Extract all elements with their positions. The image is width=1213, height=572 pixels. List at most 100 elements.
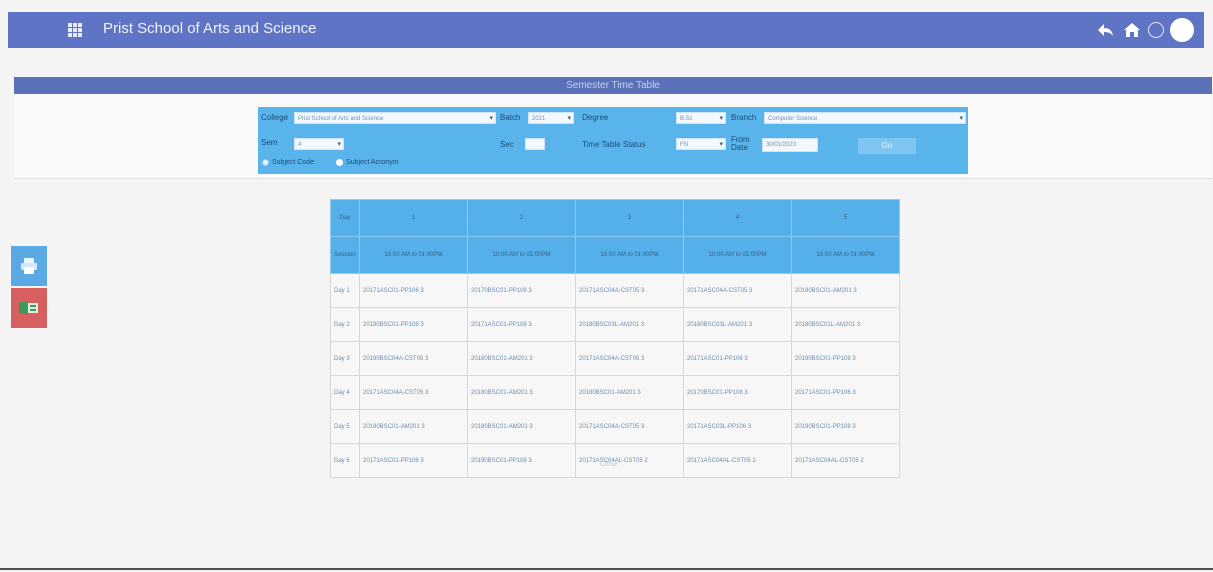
table-cell: 20171ASC04A-CST05 3 (575, 409, 684, 444)
table-cell: 20171ASC01-PP106 3 (359, 273, 468, 308)
print-button[interactable] (11, 246, 47, 286)
table-cell: 20171ASC01-PP106 3 (683, 341, 792, 376)
table-cell: 20171ASC04AL-CST05 2 (683, 443, 792, 478)
circle-icon[interactable] (1148, 22, 1164, 38)
table-cell: 20171ASC01-PP108 3 (467, 307, 576, 342)
day-cell: Day 4 (330, 375, 360, 410)
header-cell: 3 (575, 199, 684, 237)
home-icon[interactable] (1122, 19, 1142, 41)
degree-value: B.Sc (680, 116, 693, 122)
table-row: Day 2 20190BSC01-PP108 3 20171ASC01-PP10… (330, 307, 900, 342)
table-cell: 20171ASC04A-CST05 3 (359, 375, 468, 410)
table-cell: 20171ASC03L-PP106 3 (683, 409, 792, 444)
college-select[interactable]: Prist School of Arts and Science ▾ (294, 112, 496, 124)
table-cell: 20180BSC01-AM201 3 (575, 375, 684, 410)
table-cell: 20170BSC01-PP108 3 (467, 273, 576, 308)
table-cell: 20180BSC01-AM201 3 (791, 273, 900, 308)
avatar[interactable] (1170, 18, 1194, 42)
chevron-down-icon: ▾ (959, 115, 963, 122)
printer-icon (21, 258, 37, 274)
timetable: Day 1 2 3 4 5 Session 10:00 AM to 01:00P… (330, 199, 900, 478)
table-cell: 20180BSC01-AM201 3 (467, 341, 576, 376)
degree-select[interactable]: B.Sc ▾ (676, 112, 726, 124)
table-cell: 20171ASC04AL-CST05 2 (575, 443, 684, 478)
header-cell: 1 (359, 199, 468, 237)
grid-icon[interactable] (68, 23, 82, 37)
branch-label: Branch (731, 113, 757, 122)
day-cell: Day 2 (330, 307, 360, 342)
table-cell: 20171ASC04A-CST05 3 (683, 273, 792, 308)
table-cell: 20180BSC01-AM201 3 (467, 375, 576, 410)
radio-subject-acronym[interactable]: Subject Acronym (336, 159, 399, 166)
table-cell: 20180BSC03L-AM201 3 (575, 307, 684, 342)
day-cell: Day 1 (330, 273, 360, 308)
table-cell: 20180BSC03L-AM201 3 (683, 307, 792, 342)
radio-subject-code[interactable]: Subject Code (262, 159, 314, 166)
college-value: Prist School of Arts and Science (298, 116, 384, 122)
footer-divider (0, 568, 1213, 570)
tt-status-select[interactable]: FN ▾ (676, 138, 726, 150)
table-cell: 20171ASC01-PP106 3 (791, 375, 900, 410)
app-title: Prist School of Arts and Science (103, 20, 317, 37)
chevron-down-icon: ▾ (719, 141, 723, 148)
header-cell: Session (330, 236, 360, 274)
sec-select[interactable] (525, 138, 545, 150)
tt-status-label: Time Table Status (582, 140, 646, 149)
batch-value: 2021 (532, 116, 546, 122)
section-header: Semester Time Table (14, 77, 1212, 94)
table-cell: 20190BSC04A-CST05 3 (359, 341, 468, 376)
batch-select[interactable]: 2021 ▾ (528, 112, 574, 124)
radio-dot[interactable] (262, 159, 269, 166)
chevron-down-icon: ▾ (337, 141, 341, 148)
header-cell: 10:00 AM to 01:00PM (683, 236, 792, 274)
table-cell: 20180BSC01L-AM201 3 (791, 307, 900, 342)
chevron-down-icon: ▾ (719, 115, 723, 122)
back-icon[interactable] (1096, 19, 1116, 41)
table-row: Day 5 20180BSC01-AM201 3 20180BSC01-AM20… (330, 409, 900, 444)
header-cell: 5 (791, 199, 900, 237)
table-cell: 20171ASC04A-CST05 3 (575, 341, 684, 376)
branch-value: Computer Science (768, 116, 818, 122)
table-cell: 20190BSC01-PP108 3 (467, 443, 576, 478)
header-row-session: Session 10:00 AM to 01:00PM 10:00 AM to … (330, 236, 900, 274)
chevron-down-icon: ▾ (567, 115, 571, 122)
header-cell: 10:00 AM to 01:00PM (467, 236, 576, 274)
table-cell: 20170BSC01-PP108 3 (683, 375, 792, 410)
header-cell: Day (330, 199, 360, 237)
radio-label: Subject Code (272, 159, 315, 166)
table-cell: 20171ASC04AL-CST05 2 (791, 443, 900, 478)
close-link[interactable]: Close (600, 461, 618, 468)
table-row: Day 3 20190BSC04A-CST05 3 20180BSC01-AM2… (330, 341, 900, 376)
radio-dot[interactable] (336, 159, 343, 166)
table-cell: 20180BSC01-AM201 3 (359, 409, 468, 444)
degree-label: Degree (582, 113, 609, 122)
table-cell: 20171ASC01-PP106 3 (359, 443, 468, 478)
go-button[interactable]: Go (858, 138, 916, 154)
sem-value: 4 (298, 142, 302, 148)
header-cell: 10:00 AM to 01:00PM (575, 236, 684, 274)
table-cell: 20180BSC01-AM201 3 (467, 409, 576, 444)
excel-icon (19, 302, 38, 314)
header-cell: 4 (683, 199, 792, 237)
batch-label: Batch (500, 113, 521, 122)
header-cell: 10:00 AM to 01:00PM (791, 236, 900, 274)
college-label: College (261, 113, 289, 122)
day-cell: Day 6 (330, 443, 360, 478)
from-date-label: From Date (731, 135, 750, 152)
table-cell: 20190BSC01-PP108 3 (791, 409, 900, 444)
branch-select[interactable]: Computer Science ▾ (764, 112, 966, 124)
table-cell: 20190BSC01-PP108 3 (359, 307, 468, 342)
from-date-input[interactable]: 30/01/2023 (762, 138, 818, 152)
excel-export-button[interactable] (11, 288, 47, 328)
from-date-value: 30/01/2023 (766, 142, 797, 148)
header-cell: 10:00 AM to 01:00PM (359, 236, 468, 274)
table-cell: 20190BSC01-PP108 3 (791, 341, 900, 376)
tt-status-value: FN (680, 142, 688, 148)
radio-label: Subject Acronym (346, 159, 399, 166)
sem-select[interactable]: 4 ▾ (294, 138, 344, 150)
table-row: Day 1 20171ASC01-PP106 3 20170BSC01-PP10… (330, 273, 900, 308)
header-row-days: Day 1 2 3 4 5 (330, 199, 900, 237)
table-cell: 20171ASC04A-CST05 3 (575, 273, 684, 308)
table-row: Day 4 20171ASC04A-CST05 3 20180BSC01-AM2… (330, 375, 900, 410)
day-cell: Day 5 (330, 409, 360, 444)
